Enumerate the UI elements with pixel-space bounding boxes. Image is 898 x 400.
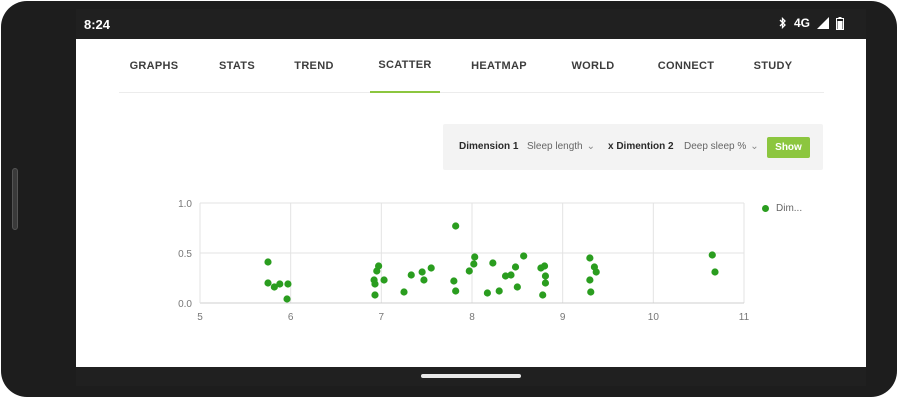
data-point xyxy=(264,258,272,266)
data-point xyxy=(371,280,379,288)
tab-trend[interactable]: TREND xyxy=(282,39,346,93)
y-tick-label: 0.5 xyxy=(178,249,192,260)
bluetooth-icon xyxy=(779,17,787,29)
chevron-down-icon: ⌄ xyxy=(586,141,595,152)
status-bar: 8:24 4G xyxy=(76,9,866,39)
legend-label: Dim... xyxy=(776,203,803,214)
dimension-panel: Dimension 1 Sleep length ⌄ x Dimention 2… xyxy=(443,124,823,170)
data-point xyxy=(586,254,594,262)
navigation-bar xyxy=(76,367,866,386)
data-point xyxy=(375,262,383,270)
data-point xyxy=(471,253,479,261)
data-point xyxy=(452,287,460,295)
status-icons: 4G xyxy=(779,16,844,30)
battery-icon xyxy=(836,16,844,30)
tab-heatmap[interactable]: HEATMAP xyxy=(457,39,541,93)
x-tick-label: 5 xyxy=(197,312,203,323)
chart-legend[interactable]: Dim... xyxy=(762,203,802,214)
data-point xyxy=(380,276,388,284)
data-point xyxy=(283,295,291,303)
data-point xyxy=(541,272,550,280)
data-point xyxy=(586,276,594,284)
legend-marker xyxy=(762,205,769,212)
data-point xyxy=(427,264,435,272)
data-point xyxy=(540,262,549,270)
side-button xyxy=(12,168,18,230)
tab-connect[interactable]: CONNECT xyxy=(644,39,728,93)
data-point xyxy=(592,268,600,276)
data-point xyxy=(450,277,458,285)
status-time: 8:24 xyxy=(84,17,111,32)
data-point xyxy=(276,280,284,288)
data-point xyxy=(470,260,478,268)
dimension-1-label: Dimension 1 xyxy=(459,141,519,152)
data-point xyxy=(520,252,528,260)
dimension-2-value: Deep sleep % xyxy=(684,141,747,152)
data-point xyxy=(495,287,503,295)
x-tick-label: 7 xyxy=(379,312,385,323)
data-point xyxy=(452,222,460,230)
tab-world[interactable]: WORLD xyxy=(559,39,627,93)
chevron-down-icon: ⌄ xyxy=(750,141,759,152)
dimension-1-select[interactable]: Sleep length ⌄ xyxy=(527,141,595,152)
home-indicator[interactable] xyxy=(421,374,521,378)
app-content: GRAPHS STATS TREND SCATTER HEATMAP WORLD… xyxy=(76,39,866,367)
x-tick-label: 9 xyxy=(560,312,566,323)
dimension-2-label: x Dimention 2 xyxy=(608,141,674,152)
data-point xyxy=(264,279,272,287)
data-point xyxy=(507,271,515,279)
data-point xyxy=(483,289,492,297)
tab-scatter[interactable]: SCATTER xyxy=(370,39,440,93)
data-point xyxy=(418,268,426,276)
show-button[interactable]: Show xyxy=(767,137,810,158)
data-point xyxy=(541,279,550,287)
dimension-1-value: Sleep length xyxy=(527,141,583,152)
data-point xyxy=(513,283,521,291)
scatter-chart-svg: 5 6 7 8 9 10 11 0.0 0.5 1.0 xyxy=(178,199,750,323)
data-point xyxy=(284,280,292,288)
tab-bar: GRAPHS STATS TREND SCATTER HEATMAP WORLD… xyxy=(119,39,824,93)
y-tick-label: 1.0 xyxy=(178,199,192,210)
data-point xyxy=(711,268,719,276)
data-point xyxy=(407,271,415,279)
x-tick-label: 6 xyxy=(288,312,294,323)
data-point xyxy=(489,259,497,267)
data-point xyxy=(371,291,379,299)
tab-study[interactable]: STUDY xyxy=(741,39,805,93)
data-point xyxy=(420,276,428,284)
x-tick-label: 11 xyxy=(739,312,750,323)
data-point xyxy=(511,263,520,271)
scatter-chart: 5 6 7 8 9 10 11 0.0 0.5 1.0 xyxy=(156,193,856,343)
x-tick-label: 8 xyxy=(469,312,475,323)
data-point xyxy=(400,288,408,296)
y-tick-label: 0.0 xyxy=(178,299,192,310)
device: 8:24 4G GRAPHS STATS TREND SCATTER HEATM… xyxy=(0,0,898,400)
data-point xyxy=(708,251,716,259)
x-tick-label: 10 xyxy=(648,312,660,323)
tab-stats[interactable]: STATS xyxy=(206,39,268,93)
data-point xyxy=(587,288,595,296)
network-type: 4G xyxy=(793,16,810,30)
signal-icon xyxy=(817,17,829,29)
tab-graphs[interactable]: GRAPHS xyxy=(119,39,189,93)
data-point xyxy=(465,267,473,275)
dimension-2-select[interactable]: Deep sleep % ⌄ xyxy=(684,141,759,152)
screen: 8:24 4G GRAPHS STATS TREND SCATTER HEATM… xyxy=(76,9,866,386)
data-point xyxy=(539,291,547,299)
